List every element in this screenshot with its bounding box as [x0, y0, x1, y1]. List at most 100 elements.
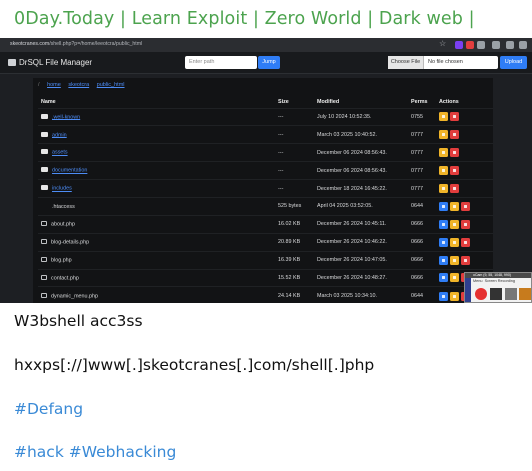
- cell-name: documentation: [38, 161, 275, 180]
- folder-icon: [41, 167, 48, 173]
- recorder-tabs: Menu Screen Recording: [465, 278, 531, 285]
- cell-actions: [436, 214, 493, 234]
- settings-icon[interactable]: [505, 288, 517, 300]
- cell-size: 15.52 KB: [275, 268, 314, 287]
- star-icon[interactable]: ☆: [439, 39, 446, 48]
- delete-icon[interactable]: [461, 255, 470, 265]
- cell-modified: December 26 2024 10:46:22.: [314, 232, 408, 252]
- breadcrumb-item[interactable]: skeotcra: [68, 82, 89, 88]
- file-name-link[interactable]: .well-known: [52, 114, 80, 120]
- profile-icon[interactable]: [506, 41, 514, 49]
- edit-icon[interactable]: [450, 273, 459, 283]
- breadcrumb-item[interactable]: public_html: [97, 82, 125, 88]
- file-name[interactable]: blog.php: [51, 257, 72, 263]
- breadcrumb-item[interactable]: home: [47, 82, 61, 88]
- file-name[interactable]: dynamic_menu.php: [51, 293, 98, 299]
- edit-icon[interactable]: [450, 291, 459, 301]
- url-domain: skeotcranes.com: [10, 41, 50, 47]
- hashtags[interactable]: #hack #Webhacking: [14, 443, 176, 461]
- open-icon[interactable]: [439, 201, 448, 211]
- upload-button[interactable]: Upload: [500, 56, 527, 69]
- jump-button[interactable]: Jump: [258, 56, 280, 69]
- folder-icon[interactable]: [519, 288, 531, 300]
- table-row[interactable]: documentation --- December 06 2024 08:56:4…: [38, 161, 493, 180]
- open-icon[interactable]: [439, 273, 448, 283]
- open-icon[interactable]: [439, 291, 448, 301]
- table-row[interactable]: blog.php 16.39 KB December 26 2024 10:47:0…: [38, 250, 493, 270]
- table-row[interactable]: contact.php 15.52 KB December 26 2024 10:4…: [38, 268, 493, 287]
- delete-icon[interactable]: [461, 201, 470, 211]
- edit-icon[interactable]: [439, 148, 448, 158]
- hashtag-defang[interactable]: #Defang: [14, 400, 83, 418]
- file-picker[interactable]: Choose File No file chosen: [388, 56, 498, 69]
- file-list-panel: / home skeotcra public_html Name Size Mo…: [33, 78, 493, 303]
- breadcrumb: / home skeotcra public_html: [38, 82, 131, 88]
- delete-icon[interactable]: [450, 166, 459, 176]
- edit-icon[interactable]: [450, 201, 459, 211]
- capture-icon[interactable]: [490, 288, 502, 300]
- delete-icon[interactable]: [450, 148, 459, 158]
- cell-actions: [436, 107, 493, 126]
- edit-icon[interactable]: [439, 130, 448, 140]
- extension-icon[interactable]: [477, 41, 485, 49]
- file-name-link[interactable]: assets: [52, 150, 68, 156]
- file-name[interactable]: about.php: [51, 222, 75, 228]
- table-row[interactable]: .well-known --- July 10 2024 10:52:35. 0755: [38, 107, 493, 126]
- file-name[interactable]: .htaccess: [52, 204, 75, 210]
- edit-icon[interactable]: [450, 219, 459, 229]
- address-bar[interactable]: skeotcranes.com/shell.php?p=/home/leeotc…: [10, 41, 142, 47]
- path-input[interactable]: Enter path: [185, 56, 257, 69]
- record-icon[interactable]: [475, 288, 487, 300]
- table-row[interactable]: .htaccess 525 bytes April 04 2025 03:52:05…: [38, 196, 493, 216]
- table-row[interactable]: includes --- December 18 2024 16:45:22. 077…: [38, 179, 493, 198]
- open-icon[interactable]: [439, 219, 448, 229]
- edit-icon[interactable]: [450, 237, 459, 247]
- file-name[interactable]: blog-details.php: [51, 239, 89, 245]
- file-name-link[interactable]: documentation: [52, 168, 87, 174]
- file-name-link[interactable]: includes: [52, 186, 72, 192]
- table-row[interactable]: about.php 16.02 KB December 26 2024 10:45:…: [38, 214, 493, 234]
- delete-icon[interactable]: [450, 112, 459, 122]
- post-line-1: W3bshell acc3ss: [14, 312, 143, 330]
- cell-modified: December 26 2024 10:47:05.: [314, 250, 408, 270]
- cell-actions: [436, 125, 493, 144]
- recorder-menu[interactable]: Menu: [473, 279, 483, 283]
- open-icon[interactable]: [439, 255, 448, 265]
- cell-perms: 0666: [408, 268, 436, 287]
- open-icon[interactable]: [439, 237, 448, 247]
- delete-icon[interactable]: [450, 130, 459, 140]
- file-icon: [41, 221, 47, 227]
- recorder-tab[interactable]: Screen Recording: [485, 279, 515, 283]
- table-row[interactable]: dynamic_menu.php 24.14 KB March 03 2025 10…: [38, 286, 493, 303]
- edit-icon[interactable]: [439, 112, 448, 122]
- table-row[interactable]: assets --- December 06 2024 08:56:43. 0777: [38, 143, 493, 162]
- extension-icon[interactable]: [466, 41, 474, 49]
- file-name-link[interactable]: admin: [52, 132, 67, 138]
- delete-icon[interactable]: [450, 184, 459, 193]
- extension-icon[interactable]: [455, 41, 463, 49]
- cell-perms: 0644: [408, 286, 436, 303]
- cell-size: ---: [275, 161, 314, 180]
- cell-modified: March 03 2025 10:34:10.: [314, 286, 408, 303]
- file-name[interactable]: contact.php: [51, 275, 79, 281]
- cell-name: blog.php: [38, 250, 275, 270]
- cell-actions: [436, 196, 493, 216]
- delete-icon[interactable]: [461, 237, 470, 247]
- cell-size: 20.89 KB: [275, 232, 314, 252]
- edit-icon[interactable]: [450, 255, 459, 265]
- cell-modified: April 04 2025 03:52:05.: [314, 196, 408, 216]
- edit-icon[interactable]: [439, 166, 448, 176]
- puzzle-icon[interactable]: [492, 41, 500, 49]
- cell-perms: 0755: [408, 107, 436, 126]
- table-row[interactable]: blog-details.php 20.89 KB December 26 2024…: [38, 232, 493, 252]
- delete-icon[interactable]: [461, 219, 470, 229]
- file-icon: [41, 274, 47, 280]
- folder-icon: [41, 113, 48, 119]
- table-row[interactable]: admin --- March 03 2025 10:40:52. 0777: [38, 125, 493, 144]
- cell-size: ---: [275, 107, 314, 126]
- choose-file-button[interactable]: Choose File: [388, 56, 424, 69]
- cell-size: ---: [275, 125, 314, 144]
- menu-dots-icon[interactable]: [519, 41, 527, 49]
- edit-icon[interactable]: [439, 184, 448, 193]
- browser-bar: skeotcranes.com/shell.php?p=/home/leeotc…: [0, 38, 532, 52]
